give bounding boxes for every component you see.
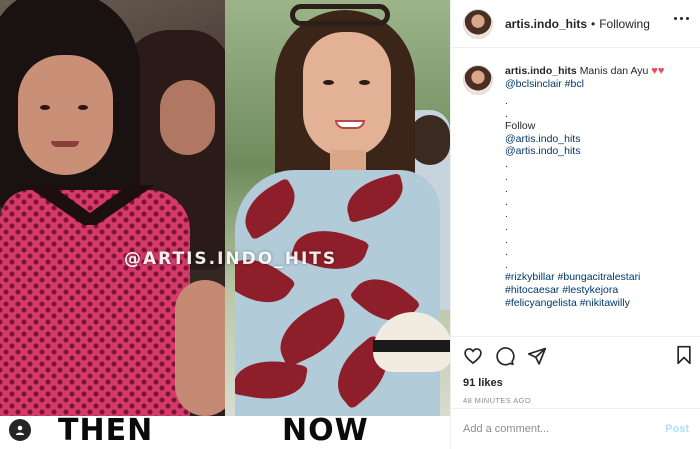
post-image[interactable]: @ARTIS.INDO_HITS THEN NOW [0,0,450,449]
caption-username[interactable]: artis.indo_hits [505,65,577,77]
like-heart-icon[interactable] [463,346,483,366]
post-header: artis.indo_hits • Following [451,0,700,48]
caption-line: . [505,246,508,259]
now-label: NOW [282,413,369,448]
caption-hashtags[interactable]: #rizkybillar #bungacitralestari [505,271,689,284]
then-photo [0,0,225,416]
now-photo [225,0,450,416]
post-comment-button[interactable]: Post [665,423,689,435]
caption-line: . [505,208,508,221]
action-bar: 91 likes 48 MINUTES AGO [451,336,700,408]
separator-dot: • [591,16,596,31]
comment-input[interactable] [463,423,666,435]
like-count[interactable]: 91 likes [463,377,689,389]
caption-line: . [505,170,508,183]
caption-line: . [505,95,508,107]
header-username[interactable]: artis.indo_hits [505,17,587,31]
comment-form: Post [451,408,700,449]
caption-line: . [505,220,508,233]
caption-line: . [505,233,508,246]
caption-mentions[interactable]: @bclsinclair #bcl [505,78,584,90]
watermark: @ARTIS.INDO_HITS [124,249,338,269]
person-icon [15,425,25,435]
more-options-icon[interactable] [674,17,689,20]
caption-mention-link[interactable]: @artis.indo_hits [505,133,689,146]
then-label: THEN [58,413,154,448]
post-sidebar: artis.indo_hits • Following artis.indo_h… [450,0,700,449]
caption-text: Manis dan Ayu [579,65,649,77]
caption-line: . [505,107,508,120]
avatar[interactable] [463,8,493,39]
caption-section: artis.indo_hits Manis dan Ayu ♥♥ @bclsin… [451,49,700,336]
comment-icon[interactable] [495,346,515,366]
caption-mention-link[interactable]: @artis.indo_hits [505,145,689,158]
caption-line: . [505,157,508,170]
caption-hashtags[interactable]: #felicyangelista #nikitawilly [505,297,689,310]
caption-lines: . . Follow @artis.indo_hits @artis.indo_… [505,95,689,309]
heart-emoji-icon: ♥♥ [651,65,665,77]
share-icon[interactable] [527,346,547,366]
caption-line: . [505,183,508,196]
caption-line: Follow [505,120,536,133]
following-button[interactable]: Following [599,17,650,31]
caption-hashtags[interactable]: #hitocaesar #lestykejora [505,284,689,297]
caption-line: . [505,258,508,271]
user-tag-icon[interactable] [9,419,31,441]
post-timestamp[interactable]: 48 MINUTES AGO [463,396,689,405]
caption-avatar[interactable] [463,65,493,95]
save-bookmark-icon[interactable] [675,345,693,365]
caption-line: . [505,195,508,208]
